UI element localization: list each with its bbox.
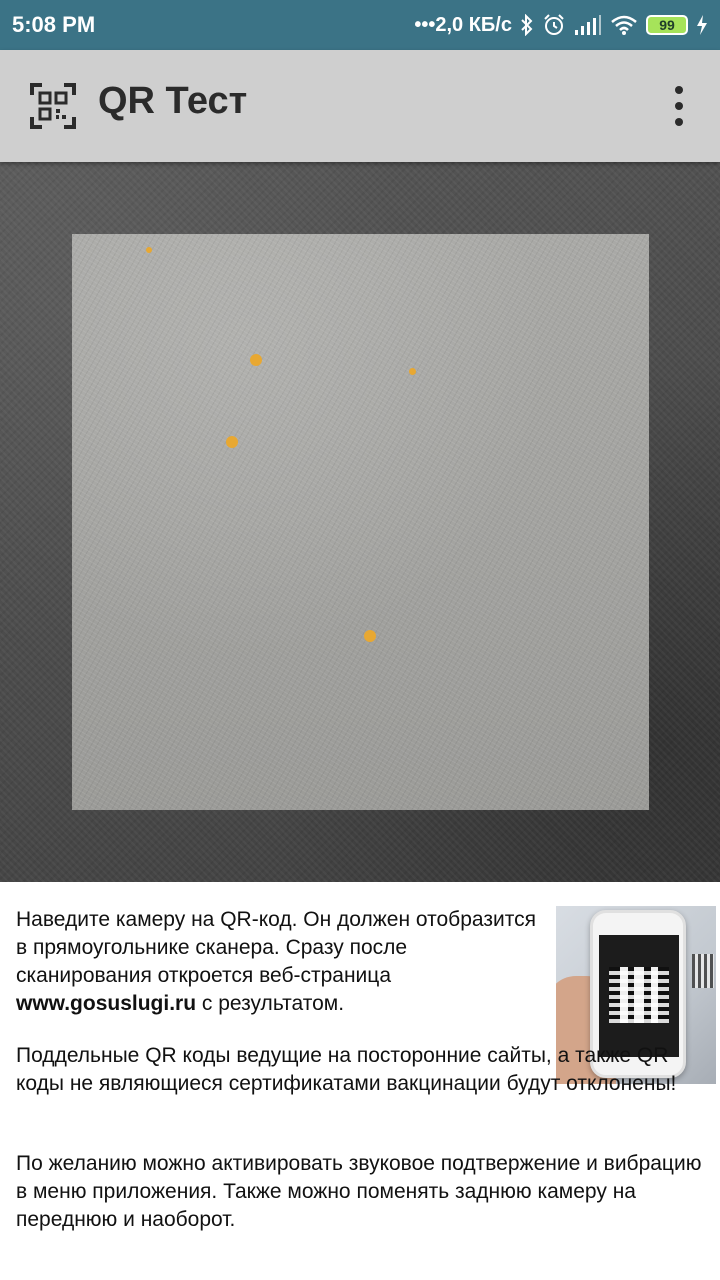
- instructions-panel: Наведите камеру на QR-код. Он должен ото…: [0, 882, 720, 1280]
- scan-point: [250, 354, 262, 366]
- network-speed: •••2,0 КБ/с: [414, 13, 512, 36]
- background-qr-illustration: [692, 954, 714, 988]
- status-bar: 5:08 PM •••2,0 КБ/с 99: [0, 0, 720, 50]
- scan-point: [146, 247, 152, 253]
- qr-code-illustration: [609, 967, 669, 1023]
- qr-scan-icon: [30, 83, 76, 129]
- scan-point: [226, 436, 238, 448]
- instruction-text: Наведите камеру на QR-код. Он должен ото…: [16, 908, 536, 987]
- charging-icon: [696, 14, 708, 36]
- menu-dot: [675, 118, 683, 126]
- scan-point: [364, 630, 376, 642]
- signal-icon: [574, 14, 602, 36]
- gosuslugi-link: www.gosuslugi.ru: [16, 992, 197, 1015]
- app-title: QR Тест: [98, 80, 248, 122]
- menu-dot: [675, 102, 683, 110]
- status-time: 5:08 PM: [12, 12, 96, 37]
- scan-point: [409, 368, 416, 375]
- instruction-paragraph-3: По желанию можно активировать звуковое п…: [16, 1152, 702, 1231]
- instruction-text: с результатом.: [196, 992, 345, 1015]
- alarm-icon: [542, 13, 566, 37]
- more-vert-icon[interactable]: [668, 86, 690, 126]
- phone-screen: [599, 935, 679, 1057]
- instruction-paragraph-2: Поддельные QR коды ведущие на посторонни…: [16, 1044, 677, 1095]
- scan-window: [72, 234, 649, 810]
- app-bar: QR Тест: [0, 50, 720, 162]
- instruction-paragraph-1: Наведите камеру на QR-код. Он должен ото…: [16, 906, 546, 1018]
- camera-preview[interactable]: [0, 162, 720, 882]
- bluetooth-icon: [520, 14, 534, 36]
- menu-dot: [675, 86, 683, 94]
- battery-level: 99: [659, 17, 675, 33]
- battery-icon: 99: [646, 15, 688, 35]
- wifi-icon: [610, 14, 638, 36]
- status-icons: •••2,0 КБ/с 99: [414, 13, 708, 37]
